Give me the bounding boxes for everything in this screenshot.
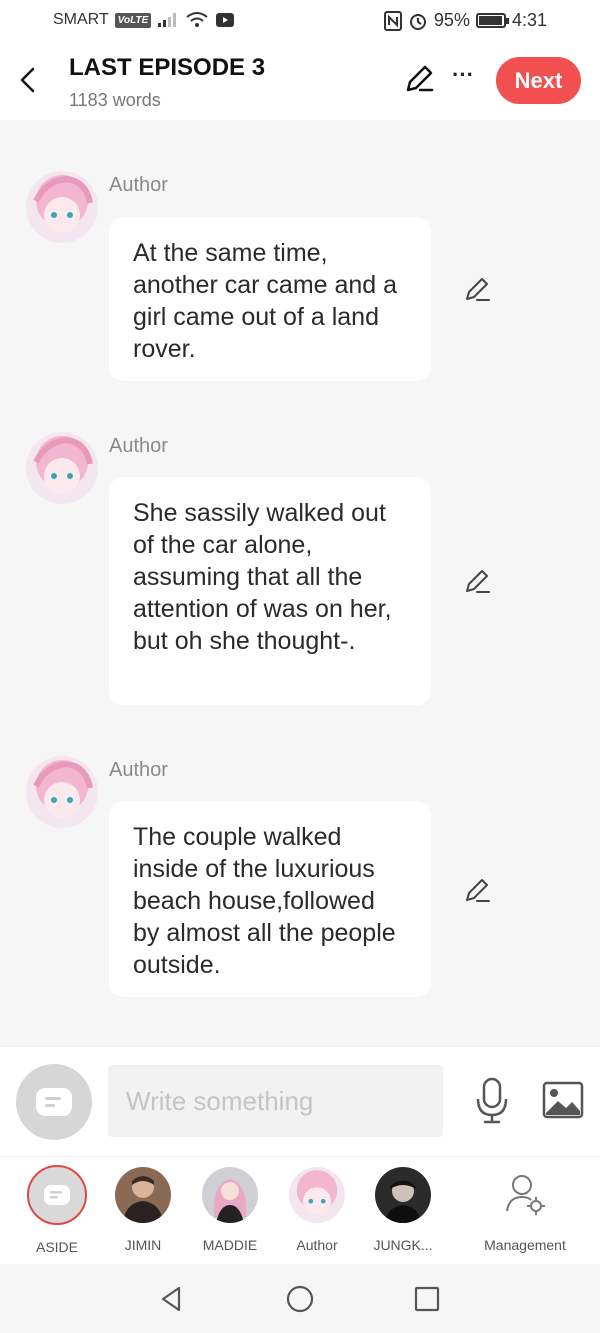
person-photo-icon: [202, 1167, 258, 1223]
author-name: Author: [109, 435, 168, 457]
character-maddie[interactable]: MADDIE: [185, 1167, 275, 1253]
message-bubble[interactable]: At the same time, another car came and a…: [109, 217, 431, 381]
more-options-button[interactable]: ···: [446, 64, 480, 92]
anime-girl-avatar-icon: [289, 1167, 345, 1223]
microphone-icon: [476, 1077, 508, 1124]
character-label: JUNGK...: [373, 1237, 433, 1253]
status-bar: SMART VoLTE 95% 4:31: [0, 0, 600, 44]
pencil-icon: [466, 879, 490, 902]
jimin-avatar: [115, 1167, 171, 1223]
pencil-icon: [466, 278, 490, 301]
maddie-avatar: [202, 1167, 258, 1223]
character-jungkook[interactable]: JUNGK...: [358, 1167, 448, 1253]
edit-message-button[interactable]: [462, 876, 492, 906]
battery-icon: [475, 13, 509, 28]
voice-input-button[interactable]: [474, 1077, 510, 1125]
composer-bar: Write something: [0, 1046, 600, 1156]
aside-avatar: [27, 1165, 87, 1225]
management-icon-wrap: [497, 1167, 553, 1223]
nav-recents-button[interactable]: [412, 1284, 442, 1314]
person-gear-icon: [506, 1175, 545, 1215]
triangle-back-icon: [161, 1286, 181, 1312]
youtube-icon: [216, 13, 235, 27]
character-aside[interactable]: ASIDE: [12, 1165, 102, 1255]
nfc-icon: [383, 10, 402, 31]
status-right: 95% 4:31: [383, 10, 547, 31]
nav-back-button[interactable]: [157, 1284, 187, 1314]
clock: 4:31: [511, 10, 547, 30]
author-name: Author: [109, 759, 168, 781]
character-selector: ASIDE JIMIN MADDIE Author JUNGK... Manag…: [0, 1156, 600, 1264]
character-label: MADDIE: [202, 1237, 258, 1253]
pencil-icon: [466, 570, 490, 593]
edit-message-button[interactable]: [462, 275, 492, 305]
app-header: LAST EPISODE 3 1183 words ··· Next: [0, 44, 600, 120]
square-recents-icon: [414, 1286, 440, 1312]
wifi-icon: [186, 12, 208, 27]
aside-mode-button[interactable]: [16, 1064, 92, 1140]
status-left: SMART VoLTE: [53, 11, 235, 29]
author-avatar[interactable]: [26, 432, 98, 504]
edit-title-button[interactable]: [402, 62, 436, 96]
edit-message-button[interactable]: [462, 567, 492, 597]
character-label: JIMIN: [124, 1237, 162, 1253]
management-button[interactable]: Management: [480, 1167, 570, 1253]
battery-percent: 95%: [433, 10, 470, 30]
back-button[interactable]: [10, 62, 46, 98]
person-photo-icon: [375, 1167, 431, 1223]
character-label: Management: [484, 1237, 566, 1253]
chevron-left-icon: [20, 67, 35, 93]
page-title: LAST EPISODE 3: [69, 54, 266, 81]
anime-girl-avatar-icon: [26, 171, 98, 243]
system-nav-bar: [0, 1264, 600, 1333]
author-avatar[interactable]: [26, 756, 98, 828]
battery-fill: [478, 16, 502, 25]
image-icon: [542, 1081, 584, 1119]
next-button[interactable]: Next: [496, 57, 581, 104]
message-bubble[interactable]: The couple walked inside of the luxuriou…: [109, 801, 431, 997]
pencil-icon: [406, 65, 434, 92]
anime-girl-avatar-icon: [26, 432, 98, 504]
circle-home-icon: [286, 1285, 314, 1313]
author-avatar[interactable]: [26, 171, 98, 243]
message-bubble-icon: [36, 1088, 72, 1116]
character-label: Author: [296, 1237, 338, 1253]
alarm-icon: [409, 13, 426, 30]
character-jimin[interactable]: JIMIN: [98, 1167, 188, 1253]
message-bubble[interactable]: She sassily walked out of the car alone,…: [109, 477, 431, 705]
chat-content[interactable]: Author At the same time, another car cam…: [0, 120, 600, 1046]
message-bubble-icon: [44, 1185, 70, 1205]
signal-icon: [158, 13, 177, 27]
message-input[interactable]: Write something: [108, 1065, 443, 1137]
jungkook-avatar: [375, 1167, 431, 1223]
character-label: ASIDE: [35, 1239, 78, 1255]
image-upload-button[interactable]: [542, 1081, 584, 1119]
author-avatar-small: [289, 1167, 345, 1223]
author-name: Author: [109, 174, 168, 196]
carrier-name: SMART: [53, 11, 109, 28]
character-author[interactable]: Author: [272, 1167, 362, 1253]
person-photo-icon: [115, 1167, 171, 1223]
nav-home-button[interactable]: [285, 1284, 315, 1314]
anime-girl-avatar-icon: [26, 756, 98, 828]
word-count: 1183 words: [69, 90, 161, 110]
volte-badge: VoLTE: [114, 12, 152, 28]
